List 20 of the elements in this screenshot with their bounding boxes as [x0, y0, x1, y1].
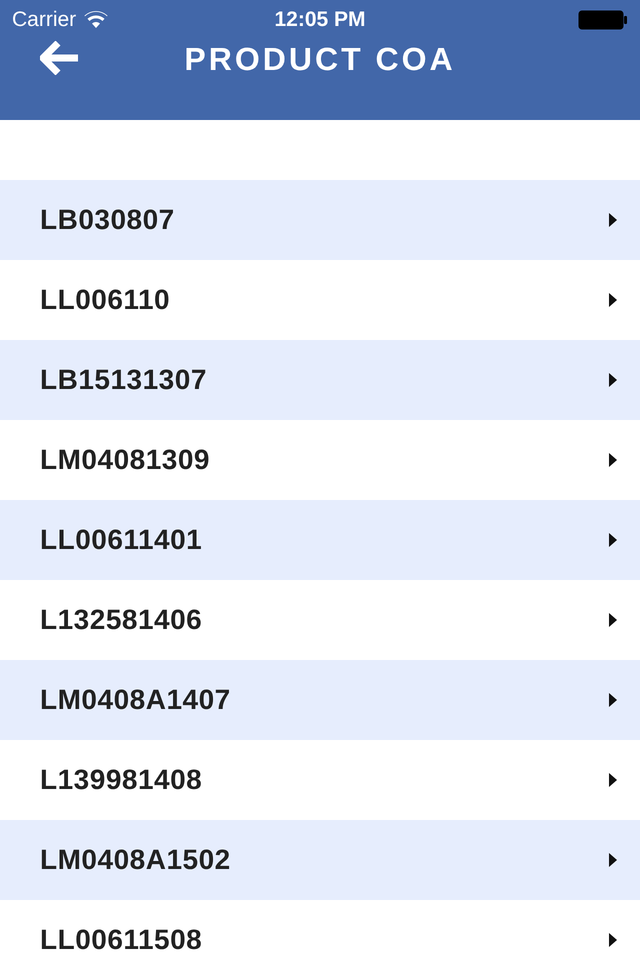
- list-item[interactable]: LM0408A1407: [0, 660, 640, 740]
- caret-icon: [608, 852, 618, 868]
- page-title: PRODUCT COA: [184, 40, 456, 78]
- caret-icon: [608, 532, 618, 548]
- caret-icon: [608, 692, 618, 708]
- clock-time: 12:05 PM: [274, 8, 366, 31]
- list-item[interactable]: LL00611401: [0, 500, 640, 580]
- caret-icon: [608, 292, 618, 308]
- caret-icon: [608, 372, 618, 388]
- carrier-name: Carrier: [12, 8, 76, 32]
- list-item[interactable]: LB030807: [0, 180, 640, 260]
- battery-icon: [578, 10, 628, 30]
- caret-icon: [608, 452, 618, 468]
- caret-icon: [608, 772, 618, 788]
- list-item[interactable]: LM0408A1502: [0, 820, 640, 900]
- list-item[interactable]: LB15131307: [0, 340, 640, 420]
- wifi-icon: [84, 11, 108, 29]
- caret-icon: [608, 932, 618, 948]
- caret-icon: [608, 212, 618, 228]
- caret-icon: [608, 612, 618, 628]
